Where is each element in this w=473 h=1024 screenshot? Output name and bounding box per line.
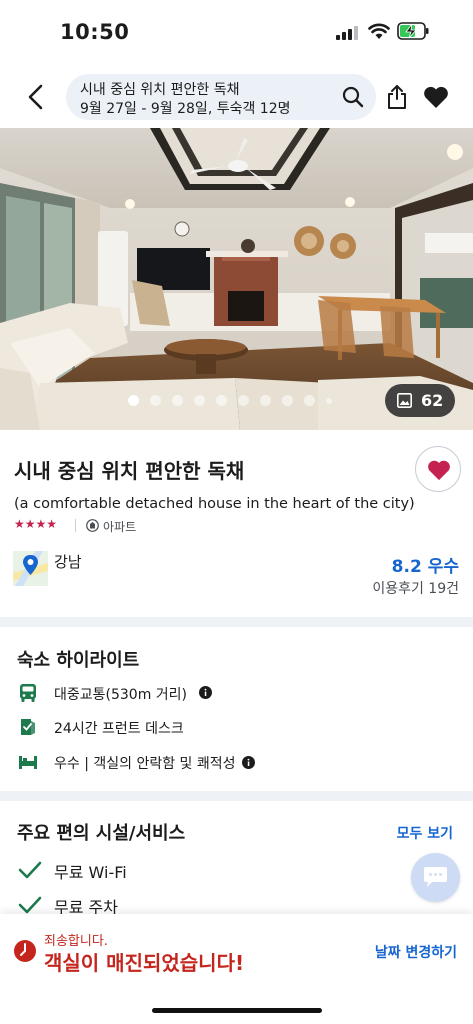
location-label: 강남: [54, 553, 82, 571]
photo-count: 62: [421, 391, 444, 410]
sold-out-message: 객실이 매진되었습니다!: [44, 951, 245, 975]
pagination-dot[interactable]: [304, 395, 315, 406]
pagination-dot[interactable]: [260, 395, 271, 406]
top-navigation: 시내 중심 위치 편안한 독채 9월 27일 - 9월 28일, 투숙객 12명: [0, 72, 473, 122]
property-name: 시내 중심 위치 편안한 독채: [14, 459, 245, 483]
review-count-link[interactable]: 이용후기 19건: [372, 578, 459, 598]
pagination-dot[interactable]: [172, 395, 183, 406]
amenity-wifi: 무료 Wi-Fi: [54, 863, 127, 882]
highlight-comfort: 우수 | 객실의 안락함 및 쾌적성: [54, 756, 236, 772]
amenities-title: 주요 편의 시설/서비스: [17, 823, 186, 844]
pagination-dot[interactable]: [150, 395, 161, 406]
clock-alert-icon: [14, 940, 36, 962]
pagination-dot[interactable]: [216, 395, 227, 406]
bus-icon: [20, 684, 36, 702]
pagination-dot[interactable]: [326, 398, 332, 404]
section-divider: [0, 791, 473, 801]
change-dates-button[interactable]: 날짜 변경하기: [375, 942, 457, 962]
star-rating: ★★★★: [14, 517, 58, 531]
highlight-front-desk: 24시간 프런트 데스크: [54, 721, 184, 737]
property-photo[interactable]: 62: [0, 128, 473, 430]
review-score: 8.2 우수: [391, 557, 459, 577]
highlight-transit: 대중교통(530m 거리): [54, 687, 188, 703]
section-divider: [0, 617, 473, 627]
cellular-signal-icon: [336, 24, 360, 40]
search-dates-guests: 9월 27일 - 9월 28일, 투숙객 12명: [80, 101, 291, 117]
back-button[interactable]: [22, 80, 52, 114]
status-bar: 10:50: [0, 0, 473, 60]
building-icon: [86, 519, 99, 532]
check-icon: [18, 896, 42, 914]
see-all-amenities-link[interactable]: 모두 보기: [397, 823, 453, 843]
home-indicator[interactable]: [152, 1008, 322, 1013]
chat-icon: [424, 867, 447, 887]
pagination-dot[interactable]: [282, 395, 293, 406]
gallery-icon: [397, 393, 412, 408]
bed-icon: [19, 756, 37, 769]
check-icon: [18, 861, 42, 879]
map-thumbnail-icon[interactable]: [13, 551, 48, 586]
search-summary-pill[interactable]: 시내 중심 위치 편안한 독채 9월 27일 - 9월 28일, 투숙객 12명: [66, 74, 376, 120]
wifi-icon: [368, 23, 390, 39]
pagination-dot[interactable]: [194, 395, 205, 406]
battery-charging-icon: [397, 22, 429, 40]
sold-out-panel: 죄송합니다. 객실이 매진되었습니다! 날짜 변경하기: [0, 914, 473, 1024]
photo-count-button[interactable]: 62: [385, 384, 455, 417]
chat-button[interactable]: [411, 853, 460, 902]
heart-icon: [428, 460, 450, 481]
front-desk-icon: [21, 719, 35, 735]
property-type: 아파트: [103, 520, 137, 534]
property-subtitle: (a comfortable detached house in the hea…: [14, 496, 415, 512]
share-icon[interactable]: [385, 84, 409, 110]
highlights-title: 숙소 하이라이트: [17, 650, 140, 671]
pagination-dot[interactable]: [128, 395, 139, 406]
search-title: 시내 중심 위치 편안한 독채: [80, 82, 240, 98]
save-favorite-button[interactable]: [415, 446, 461, 492]
divider: [75, 519, 76, 532]
pagination-dot[interactable]: [238, 395, 249, 406]
search-icon[interactable]: [342, 86, 364, 108]
info-icon[interactable]: [242, 756, 255, 769]
heart-icon[interactable]: [423, 85, 449, 109]
status-time: 10:50: [60, 20, 130, 44]
info-icon[interactable]: [199, 686, 212, 699]
